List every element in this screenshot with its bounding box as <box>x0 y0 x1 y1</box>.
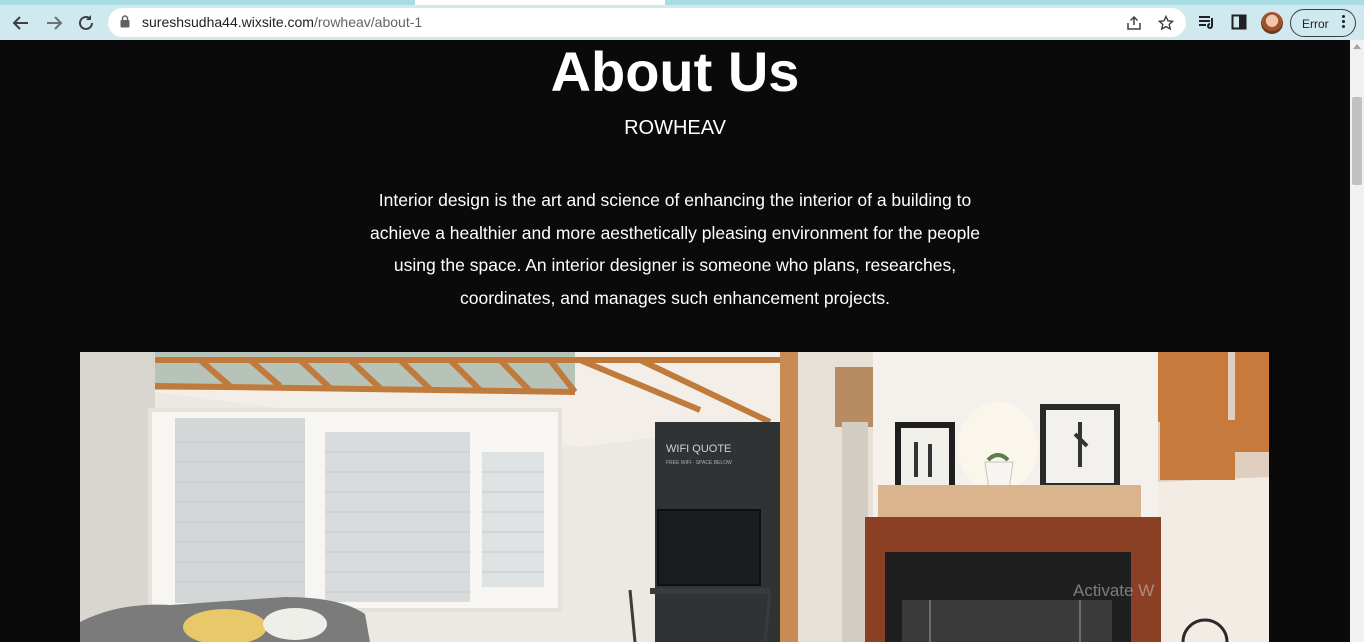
vertical-scrollbar[interactable] <box>1350 40 1364 642</box>
paragraph-line: Interior design is the art and science o… <box>378 190 972 210</box>
url-host: sureshsudha44.wixsite.com <box>142 14 314 30</box>
side-panel-icon[interactable] <box>1228 11 1250 33</box>
chalkboard-title: WIFI QUOTE <box>666 443 731 455</box>
reload-icon <box>79 15 93 30</box>
forward-button[interactable] <box>40 9 68 37</box>
chalkboard-subtext: FREE WIFI · SPACE BELOW <box>666 460 732 466</box>
address-bar[interactable]: sureshsudha44.wixsite.com/rowheav/about-… <box>108 8 1186 37</box>
paragraph-line: coordinates, and manages such enhancemen… <box>460 287 890 308</box>
page-title: About Us <box>550 40 800 103</box>
page-subtitle: ROWHEAV <box>624 117 726 139</box>
reload-button[interactable] <box>72 9 100 37</box>
share-icon[interactable] <box>1124 13 1144 33</box>
paragraph-line: using the space. An interior designer is… <box>393 255 957 275</box>
avatar[interactable] <box>1261 12 1283 34</box>
scroll-thumb[interactable] <box>1352 97 1362 185</box>
paragraph-line: achieve a healthier and more aesthetical… <box>370 222 980 243</box>
profile-error-button[interactable]: Error <box>1290 9 1356 37</box>
forward-icon <box>47 16 63 30</box>
reading-list-icon[interactable] <box>1196 11 1218 33</box>
browser-toolbar: sureshsudha44.wixsite.com/rowheav/about-… <box>0 0 1364 40</box>
scroll-up-arrow-icon[interactable] <box>1353 44 1361 49</box>
page-content: About Us ROWHEAV Interior design is the … <box>0 40 1350 642</box>
activate-windows-watermark: Activate W <box>1073 581 1155 600</box>
url-path: /rowheav/about-1 <box>313 14 423 30</box>
star-icon[interactable] <box>1156 13 1176 33</box>
about-paragraph: Interior design is the art and science o… <box>349 184 1001 314</box>
more-icon[interactable] <box>1342 15 1346 30</box>
back-icon <box>12 16 28 30</box>
active-tab-indicator <box>415 0 665 5</box>
lock-icon <box>120 15 130 33</box>
profile-error-label: Error <box>1302 17 1329 31</box>
back-button[interactable] <box>7 9 35 37</box>
url-text[interactable]: sureshsudha44.wixsite.com/rowheav/about-… <box>142 14 422 30</box>
